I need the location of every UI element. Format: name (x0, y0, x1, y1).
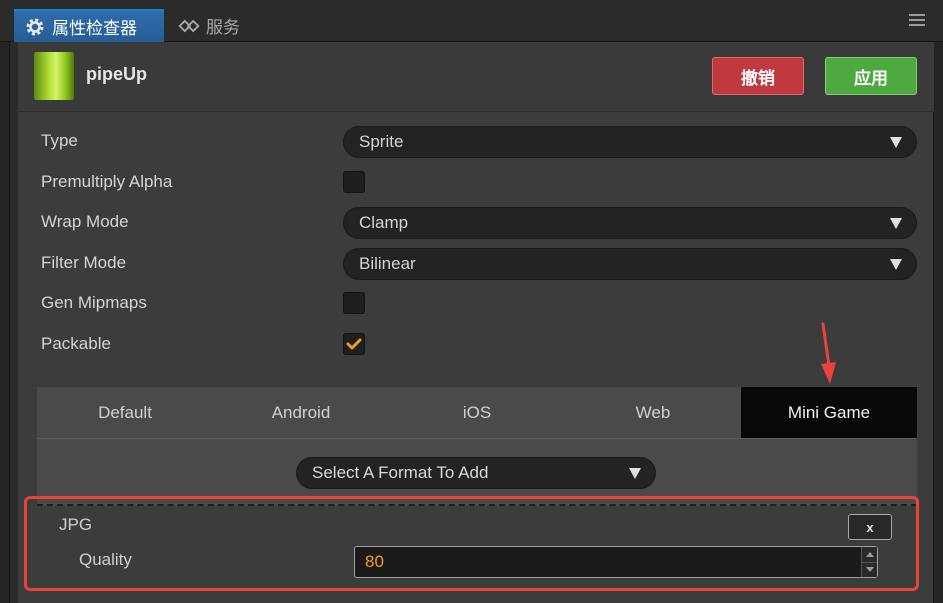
tab-inspector-label: 属性检查器 (52, 19, 137, 38)
filter-value: Bilinear (359, 254, 416, 273)
platform-tab-mini-game[interactable]: Mini Game (741, 387, 917, 438)
dropdown-arrow-icon (629, 468, 641, 479)
tab-bar: 属性检查器 服务 (0, 0, 943, 42)
type-select[interactable]: Sprite (343, 126, 917, 158)
premultiply-label: Premultiply Alpha (41, 172, 173, 191)
wrap-value: Clamp (359, 213, 409, 232)
mipmaps-checkbox[interactable] (343, 292, 365, 314)
platform-tabs: Default Android iOS Web Mini Game (37, 387, 917, 438)
platform-tab-web[interactable]: Web (565, 387, 741, 438)
type-value: Sprite (359, 132, 404, 151)
right-edge (933, 42, 943, 603)
menu-icon[interactable] (909, 14, 925, 28)
packable-label: Packable (41, 334, 111, 353)
format-select[interactable]: Select A Format To Add (296, 457, 656, 489)
tab-services-label: 服务 (206, 18, 240, 37)
type-label: Type (41, 131, 78, 150)
left-edge (0, 42, 10, 603)
platform-tab-ios[interactable]: iOS (389, 387, 565, 438)
platform-tab-default[interactable]: Default (37, 387, 213, 438)
premultiply-checkbox[interactable] (343, 171, 365, 193)
platform-tab-android[interactable]: Android (213, 387, 389, 438)
dropdown-arrow-icon (890, 218, 902, 229)
services-icon (178, 15, 200, 37)
revert-button[interactable]: 撤销 (712, 57, 804, 95)
wrap-select[interactable]: Clamp (343, 207, 917, 239)
asset-thumbnail (34, 52, 74, 100)
gear-icon (24, 16, 46, 38)
filter-select[interactable]: Bilinear (343, 248, 917, 280)
filter-label: Filter Mode (41, 253, 127, 272)
highlight-annotation (24, 496, 919, 591)
packable-checkbox[interactable] (343, 333, 365, 355)
checkmark-icon (346, 338, 362, 350)
format-select-placeholder: Select A Format To Add (312, 463, 489, 482)
tab-inspector[interactable]: 属性检查器 (14, 9, 164, 42)
tab-services[interactable]: 服务 (176, 9, 240, 42)
dropdown-arrow-icon (890, 259, 902, 270)
mipmaps-label: Gen Mipmaps (41, 293, 147, 312)
apply-button[interactable]: 应用 (825, 57, 917, 95)
asset-name: pipeUp (86, 64, 147, 84)
dropdown-arrow-icon (890, 137, 902, 148)
wrap-label: Wrap Mode (41, 212, 129, 231)
asset-header: pipeUp 撤销 应用 (18, 42, 934, 112)
pointer-arrow-icon (821, 322, 836, 384)
